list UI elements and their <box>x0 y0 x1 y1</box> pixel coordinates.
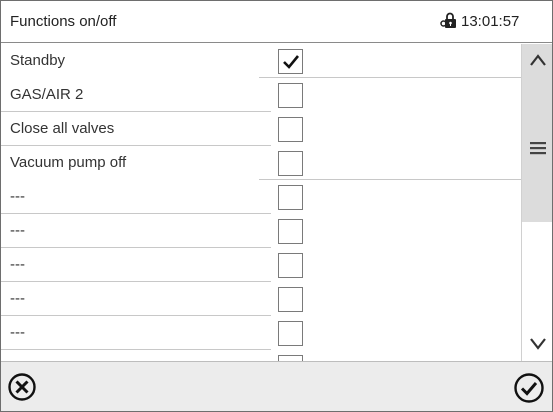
function-label: --- <box>10 324 25 341</box>
list-item <box>1 350 521 361</box>
chevron-up-icon[interactable] <box>528 52 548 68</box>
lock-key-icon <box>440 12 458 30</box>
function-checkbox[interactable] <box>278 117 303 142</box>
scroll-thumb[interactable] <box>522 44 552 222</box>
function-checkbox[interactable] <box>278 321 303 346</box>
function-label: --- <box>10 222 25 239</box>
list-item: --- <box>1 248 521 282</box>
function-checkbox[interactable] <box>278 151 303 176</box>
scrollbar[interactable] <box>521 44 552 361</box>
cancel-icon[interactable] <box>7 372 37 402</box>
list-item: Standby <box>1 44 521 78</box>
menu-icon <box>530 142 546 155</box>
list-item: Vacuum pump off <box>1 146 521 180</box>
list-item: Close all valves <box>1 112 521 146</box>
function-checkbox[interactable] <box>278 83 303 108</box>
checkmark-icon <box>283 55 300 69</box>
function-label: --- <box>10 188 25 205</box>
function-label: --- <box>10 290 25 307</box>
list-item: --- <box>1 316 521 350</box>
function-label: Standby <box>10 52 66 69</box>
footer-bar <box>1 361 552 411</box>
function-checkbox[interactable] <box>278 219 303 244</box>
list-item: --- <box>1 214 521 248</box>
functions-screen: Functions on/off 13:01:57 Standby GAS/AI… <box>0 0 553 412</box>
function-label: --- <box>10 256 25 273</box>
list-item: --- <box>1 282 521 316</box>
clock-time: 13:01:57 <box>461 13 520 30</box>
header-bar: Functions on/off 13:01:57 <box>1 1 552 43</box>
functions-list: Standby GAS/AIR 2 Close all valves Vacuu… <box>1 44 521 361</box>
function-label: Vacuum pump off <box>10 154 127 171</box>
list-item: --- <box>1 180 521 214</box>
function-label: Close all valves <box>10 120 115 137</box>
function-checkbox[interactable] <box>278 253 303 278</box>
list-item: GAS/AIR 2 <box>1 78 521 112</box>
function-label: GAS/AIR 2 <box>10 86 84 103</box>
function-checkbox[interactable] <box>278 185 303 210</box>
page-title: Functions on/off <box>10 13 117 30</box>
function-checkbox[interactable] <box>278 49 303 74</box>
confirm-icon[interactable] <box>513 372 545 404</box>
chevron-down-icon[interactable] <box>528 336 548 352</box>
function-checkbox[interactable] <box>278 287 303 312</box>
